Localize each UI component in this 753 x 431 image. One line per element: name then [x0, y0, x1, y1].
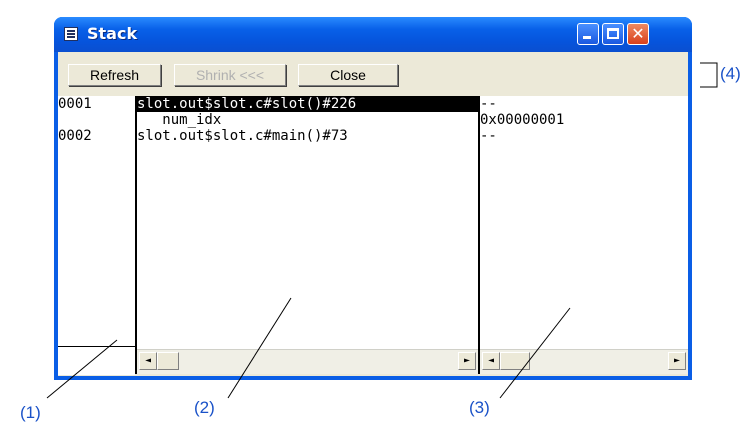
callout-line-1 [46, 339, 118, 399]
callout-line-3 [499, 307, 571, 399]
annotation-lines [46, 62, 718, 399]
callout-line-2 [227, 297, 292, 399]
annotation-4: (4) [720, 64, 741, 83]
callout-bracket-4 [700, 62, 718, 88]
annotation-1: (1) [20, 403, 41, 422]
annotation-2: (2) [194, 398, 215, 417]
annotation-3: (3) [469, 398, 490, 417]
